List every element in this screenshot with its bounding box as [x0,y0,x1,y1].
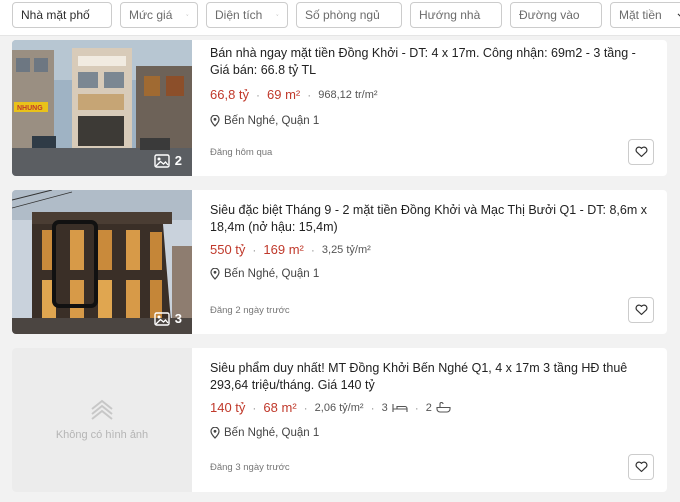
filter-label: Nhà mặt phố [21,8,90,22]
listing-price-per-m2: 968,12 tr/m² [318,88,378,101]
posted-date: Đăng 2 ngày trước [210,305,290,316]
bed-icon [392,403,408,412]
filter-frontage[interactable]: Mặt tiền [610,2,680,28]
listing-price: 66,8 tỷ [210,87,250,102]
separator-dot: · [303,400,308,415]
location-pin-icon [210,115,220,127]
filter-label: Đường vào [519,8,580,22]
listing-location: Bến Nghé, Quận 1 [210,268,653,280]
listing-meta: 140 tỷ · 68 m² · 2,06 tỷ/m² · 3 · 2 [210,400,653,415]
listing-card[interactable]: NHUNG 2 Bán nhà ngay mặt tiền Đồng Khởi … [12,40,667,176]
filter-road-access[interactable]: Đường vào [510,2,602,28]
separator-dot: · [310,242,315,257]
location-text: Bến Nghé, Quận 1 [224,427,320,439]
image-count: 2 [154,153,182,168]
posted-date: Đăng hôm qua [210,147,273,158]
no-image-icon [91,399,113,420]
filter-area[interactable]: Diện tích [206,2,288,28]
chevron-down-icon [677,13,680,17]
heart-icon [635,304,647,316]
listing-title[interactable]: Bán nhà ngay mặt tiền Đồng Khởi - DT: 4 … [210,45,653,79]
image-icon [154,153,170,168]
bathtub-icon [436,402,451,413]
listing-body: Siêu đặc biệt Tháng 9 - 2 mặt tiền Đồng … [210,190,653,280]
chevron-down-icon [276,14,279,16]
chevron-down-icon [186,14,189,16]
filter-label: Mức giá [129,8,173,22]
filter-bedrooms[interactable]: Số phòng ngủ [296,2,402,28]
listing-area: 68 m² [263,400,297,415]
listing-location: Bến Nghé, Quận 1 [210,427,653,439]
listing-price-per-m2: 2,06 tỷ/m² [314,401,364,414]
save-listing-button[interactable] [628,454,654,480]
save-listing-button[interactable] [628,139,654,165]
listing-title[interactable]: Siêu phẩm duy nhất! MT Đồng Khởi Bến Ngh… [210,360,653,394]
bathroom-count: 2 [426,402,451,414]
listing-thumbnail[interactable]: 3 [12,190,192,334]
separator-dot: · [252,400,257,415]
separator-dot: · [414,400,419,415]
heart-icon [635,146,647,158]
listing-body: Bán nhà ngay mặt tiền Đồng Khởi - DT: 4 … [210,40,653,127]
separator-dot: · [307,87,312,102]
separator-dot: · [370,400,375,415]
filter-price[interactable]: Mức giá [120,2,198,28]
location-text: Bến Nghé, Quận 1 [224,268,320,280]
location-text: Bến Nghé, Quận 1 [224,115,320,127]
listing-thumbnail[interactable]: NHUNG 2 [12,40,192,176]
separator-dot: · [256,87,261,102]
filter-label: Số phòng ngủ [305,8,380,22]
listing-meta: 550 tỷ · 169 m² · 3,25 tỷ/m² [210,242,653,257]
filter-bar: Nhà mặt phố Mức giá Diện tích Số phòng n… [0,0,680,36]
listing-card[interactable]: Không có hình ảnh Siêu phẩm duy nhất! MT… [12,348,667,492]
listing-price: 550 tỷ [210,242,246,257]
listing-thumbnail-placeholder[interactable]: Không có hình ảnh [12,348,192,492]
filter-property-type[interactable]: Nhà mặt phố [12,2,112,28]
listing-body: Siêu phẩm duy nhất! MT Đồng Khởi Bến Ngh… [210,348,653,439]
listing-area: 69 m² [267,87,301,102]
separator-dot: · [252,242,257,257]
location-pin-icon [210,268,220,280]
filter-direction[interactable]: Hướng nhà [410,2,502,28]
listing-price-per-m2: 3,25 tỷ/m² [321,243,371,256]
filter-label: Hướng nhà [419,8,481,22]
image-icon [154,311,170,326]
listing-card[interactable]: 3 Siêu đặc biệt Tháng 9 - 2 mặt tiền Đồn… [12,190,667,334]
image-count: 3 [154,311,182,326]
listing-meta: 66,8 tỷ · 69 m² · 968,12 tr/m² [210,87,653,102]
posted-date: Đăng 3 ngày trước [210,462,290,473]
image-count-value: 3 [174,311,182,326]
no-image-text: Không có hình ảnh [55,429,149,441]
save-listing-button[interactable] [628,297,654,323]
filter-label: Mặt tiền [619,8,662,22]
listing-price: 140 tỷ [210,400,246,415]
bedroom-value: 3 [381,401,388,414]
location-pin-icon [210,427,220,439]
listing-location: Bến Nghé, Quận 1 [210,115,653,127]
image-count-value: 2 [174,153,182,168]
filter-label: Diện tích [215,8,263,22]
bathroom-value: 2 [425,401,432,414]
bedroom-count: 3 [382,402,408,414]
listing-title[interactable]: Siêu đặc biệt Tháng 9 - 2 mặt tiền Đồng … [210,202,653,236]
listing-area: 169 m² [263,242,304,257]
shop-sign: NHUNG [17,105,43,112]
heart-icon [635,461,647,473]
